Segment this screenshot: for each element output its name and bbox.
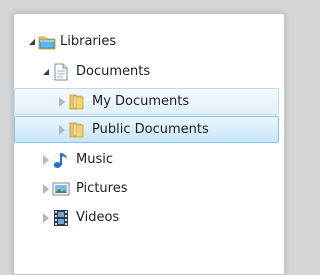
expand-arrow-icon[interactable] (43, 213, 49, 223)
tree-item-libraries[interactable]: Libraries (14, 28, 279, 55)
tree-item-label: Music (76, 152, 113, 167)
tree-item-label: Pictures (76, 181, 128, 196)
expand-arrow-icon[interactable] (59, 125, 65, 135)
tree-item-music[interactable]: Music (14, 146, 279, 173)
expand-arrow-icon[interactable] (59, 97, 65, 107)
libraries-folder-icon (38, 33, 56, 51)
tree-item-pictures[interactable]: Pictures (14, 175, 279, 202)
tree-item-label: Videos (76, 210, 120, 225)
tree-item-public-documents[interactable]: Public Documents (14, 116, 279, 143)
expand-arrow-icon[interactable] (43, 184, 49, 194)
folder-icon (68, 121, 86, 139)
document-library-icon (52, 63, 70, 81)
music-note-icon (52, 151, 70, 169)
folder-icon (68, 93, 86, 111)
tree-item-my-documents[interactable]: My Documents (14, 88, 279, 115)
tree-item-label: My Documents (92, 94, 190, 109)
expand-arrow-icon[interactable] (43, 69, 49, 75)
expand-arrow-icon[interactable] (29, 39, 35, 45)
tree-item-videos[interactable]: Videos (14, 204, 279, 231)
tree-item-label: Documents (76, 64, 151, 79)
expand-arrow-icon[interactable] (43, 155, 49, 165)
tree-item-label: Public Documents (92, 122, 209, 137)
video-film-icon (52, 209, 70, 227)
navigation-tree-pane: Libraries Documents My Documents Public … (13, 13, 285, 275)
tree-item-label: Libraries (60, 34, 117, 49)
pictures-icon (52, 180, 70, 198)
tree-item-documents[interactable]: Documents (14, 58, 279, 85)
